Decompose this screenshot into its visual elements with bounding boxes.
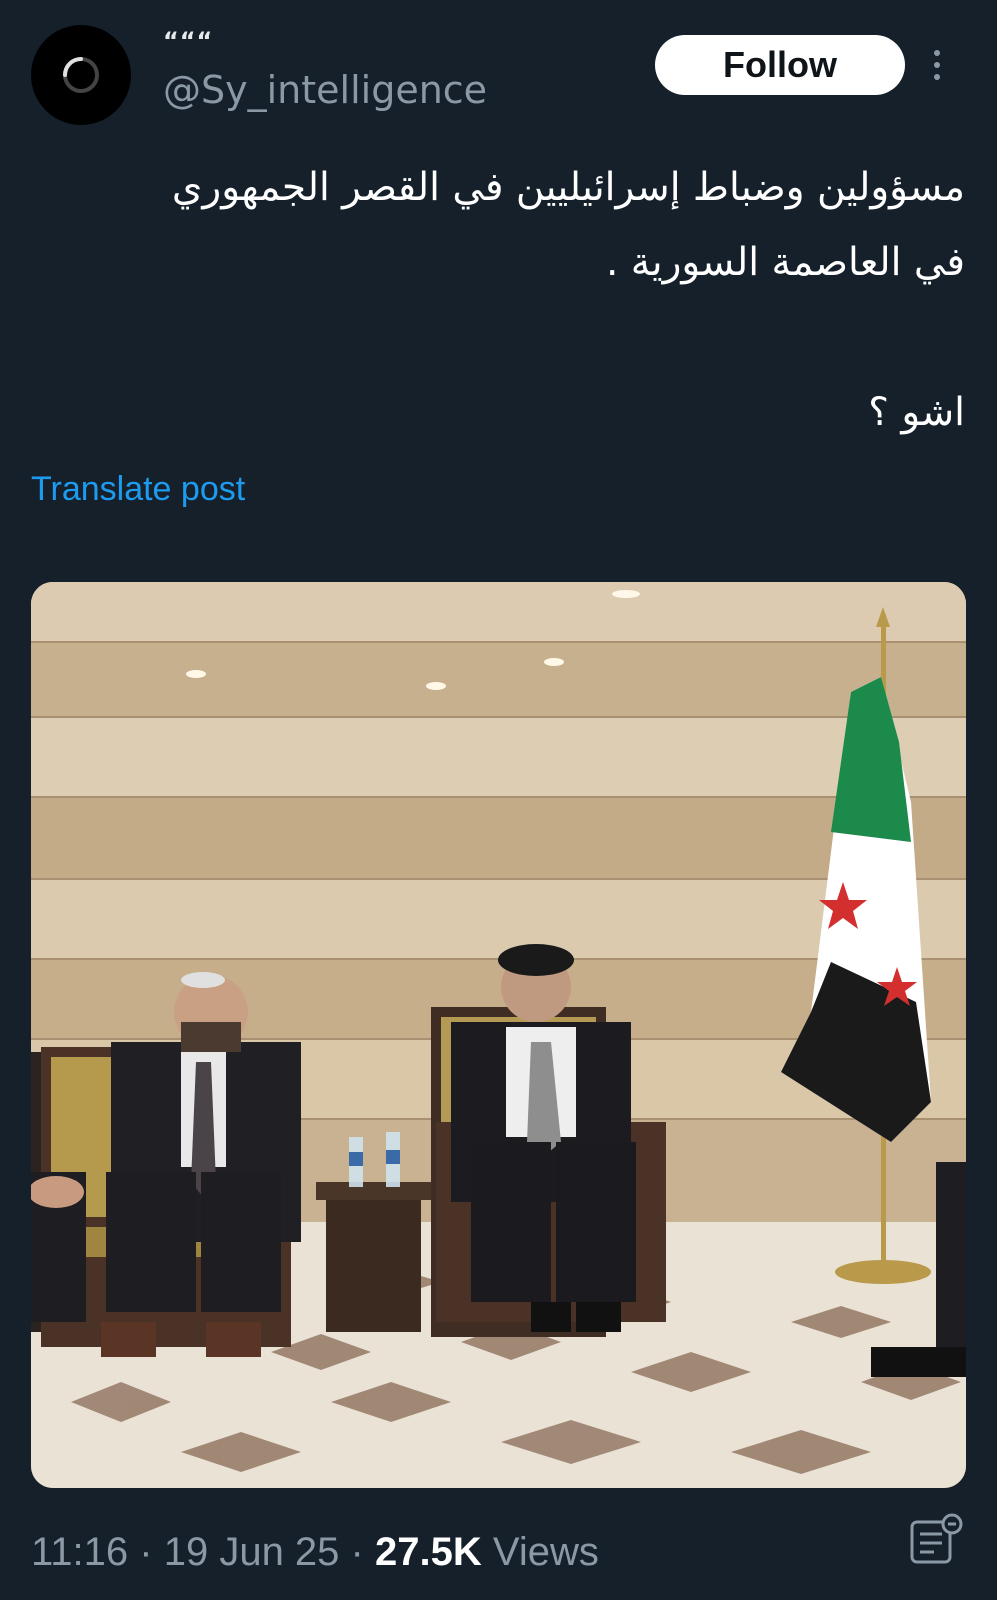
post-time[interactable]: 11:16 xyxy=(31,1530,128,1574)
post-line-3: اشو ؟ xyxy=(868,390,965,435)
views-label: Views xyxy=(492,1530,599,1574)
avatar[interactable] xyxy=(31,25,131,125)
views-count: 27.5K xyxy=(375,1530,482,1574)
analytics-icon xyxy=(910,1513,963,1564)
author-handle[interactable]: @Sy_intelligence xyxy=(163,66,487,114)
post-date[interactable]: 19 Jun 25 xyxy=(164,1530,340,1574)
translate-post-link[interactable]: Translate post xyxy=(31,465,245,513)
post-photo[interactable] xyxy=(31,582,966,1488)
more-vertical-icon xyxy=(934,50,940,80)
photo-image xyxy=(31,582,966,1488)
more-options-button[interactable] xyxy=(927,45,947,85)
post-line-2: في العاصمة السورية . xyxy=(606,240,965,285)
meta-separator: · xyxy=(350,1530,364,1574)
post-text: مسؤولين وضباط إسرائيليين في القصر الجمهو… xyxy=(45,150,965,450)
post-line-1: مسؤولين وضباط إسرائيليين في القصر الجمهو… xyxy=(171,165,965,210)
follow-button[interactable]: Follow xyxy=(655,35,905,95)
meta-separator: · xyxy=(139,1530,153,1574)
author-display-name[interactable]: “““ xyxy=(163,26,213,56)
post-meta: 11:16 · 19 Jun 25 · 27.5K Views xyxy=(31,1527,599,1577)
loading-ring-icon xyxy=(63,57,99,93)
analytics-button[interactable] xyxy=(908,1512,966,1570)
